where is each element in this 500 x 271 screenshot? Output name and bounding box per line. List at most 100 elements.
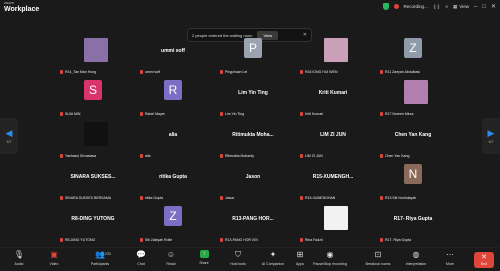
participant-photo: [324, 206, 348, 230]
participant-tile[interactable]: LIM ZI JUN LIM ZI JUN: [298, 120, 368, 160]
avatar: P: [244, 38, 262, 58]
participant-name: Siti Zakiyah Rofie: [145, 238, 173, 242]
participant-tile[interactable]: Z R11 Zaeyan Abdulbasi: [378, 36, 448, 76]
previous-page-button[interactable]: ◀ 6/7: [0, 118, 18, 154]
participant-name-label: alia: [140, 154, 150, 158]
participant-tile[interactable]: R14_Tan Man Hong: [58, 36, 128, 76]
participant-tile[interactable]: ritika Gupta ritika Gupta: [138, 162, 208, 202]
participant-display-name: Kriti Kumari: [318, 90, 348, 96]
avatar: N: [404, 164, 422, 184]
pause-icon[interactable]: ❚❚: [433, 4, 441, 10]
audio-button[interactable]: 🎙 Audio: [1, 250, 37, 266]
participant-display-name: ritika Gupta: [159, 174, 187, 180]
host-tools-button[interactable]: ⛉ Host tools: [220, 250, 256, 266]
recording-button[interactable]: ◉ Pause/Stop recording: [306, 250, 354, 266]
shield-icon[interactable]: [382, 3, 389, 10]
participant-tile[interactable]: R17 Noreen Mirza: [378, 78, 448, 118]
participant-tile[interactable]: Ritimukta Moha... Ritimukta Mohanty: [218, 120, 288, 160]
more-button[interactable]: ⋯ More: [432, 250, 468, 266]
participant-name: Kriti Kumari: [305, 112, 324, 116]
close-icon[interactable]: ✕: [491, 3, 496, 10]
participant-tile[interactable]: Kriti Kumari Kriti Kumari: [298, 78, 368, 118]
participants-button[interactable]: 👥 Participants: [82, 250, 118, 266]
chevron-left-icon: ◀: [5, 127, 13, 138]
ai-companion-label: AI Companion: [261, 262, 285, 266]
participant-name: R17- Riya Gupta: [385, 238, 412, 242]
participant-tile[interactable]: R15-XUMENGH... R15-XUMENGHAN: [298, 162, 368, 202]
muted-microphone-icon: [300, 196, 303, 200]
end-button[interactable]: ✕ End: [474, 252, 494, 268]
participant-name: ummi soff: [145, 70, 161, 74]
apps-label: Apps: [296, 262, 304, 266]
participant-name: R8-DING YUTONG: [65, 238, 96, 242]
maximize-icon[interactable]: □: [482, 4, 486, 10]
view-button[interactable]: ▦ View: [453, 4, 469, 10]
participant-name-label: SINARA SUKSES BERSAMA: [60, 196, 111, 200]
share-button[interactable]: ↑ Share: [186, 250, 222, 265]
participant-display-name: Ritimukta Moha...: [232, 132, 274, 138]
participant-name-label: R17- Riya Gupta: [380, 238, 411, 242]
participant-name-label: Jason: [220, 196, 234, 200]
globe-icon: ◍: [412, 249, 420, 259]
muted-microphone-icon: [60, 196, 63, 200]
participant-tile[interactable]: N R13 Siti Nurhidayah: [378, 162, 448, 202]
react-button[interactable]: ☺ React: [153, 250, 189, 266]
participant-display-name: R17- Riya Gupta: [393, 216, 433, 222]
participant-name: Chen Yan Kang: [385, 154, 410, 158]
participant-tile[interactable]: Z Siti Zakiyah Rofie: [138, 204, 208, 244]
participant-display-name: Chen Yan Kang: [394, 132, 432, 138]
top-right-controls: Recording... ❚❚ ■ ▦ View – □ ✕: [382, 3, 496, 10]
participant-tile[interactable]: R Rahel Mayer: [138, 78, 208, 118]
participant-tile[interactable]: R16 IONG HUI WEN: [298, 36, 368, 76]
muted-microphone-icon: [140, 70, 143, 74]
participant-tile[interactable]: S SUIA MIN: [58, 78, 128, 118]
participant-tile[interactable]: P Pingchuan Lei: [218, 36, 288, 76]
participant-name: R13-PANG HOR XIN: [225, 238, 258, 242]
page-indicator-right: 6/7: [488, 139, 494, 144]
participant-name-label: Yashasvi Srivastava: [60, 154, 96, 158]
meeting-toolbar: 🎙 Audio ▣ Video 👥 Participants 233 💬 Cha…: [0, 247, 500, 271]
participants-icon: 👥: [95, 249, 105, 259]
app-logo: zoom Workplace: [4, 1, 39, 14]
muted-microphone-icon: [300, 70, 303, 74]
muted-microphone-icon: [220, 238, 223, 242]
muted-microphone-icon: [140, 112, 143, 116]
participant-tile[interactable]: R13-PANG HOR... R13-PANG HOR XIN: [218, 204, 288, 244]
next-page-button[interactable]: ▶ 6/7: [482, 118, 500, 154]
participant-tile[interactable]: R8-DING YUTONG R8-DING YUTONG: [58, 204, 128, 244]
microphone-icon: 🎙: [13, 249, 25, 259]
video-button[interactable]: ▣ Video: [36, 250, 72, 266]
participant-tile[interactable]: Yashasvi Srivastava: [58, 120, 128, 160]
participant-name: Rina Fadzil: [305, 238, 323, 242]
muted-microphone-icon: [380, 238, 383, 242]
participant-tile[interactable]: alia alia: [138, 120, 208, 160]
participant-tile[interactable]: Chen Yan Kang Chen Yan Kang: [378, 120, 448, 160]
participant-tile[interactable]: R17- Riya Gupta R17- Riya Gupta: [378, 204, 448, 244]
participant-tile[interactable]: Jason Jason: [218, 162, 288, 202]
muted-microphone-icon: [380, 196, 383, 200]
participant-display-name: Jason: [245, 174, 261, 180]
participant-tile[interactable]: SINARA SUKSES... SINARA SUKSES BERSAMA: [58, 162, 128, 202]
participant-tile[interactable]: Lim Yin Ting Lim Yin Ting: [218, 78, 288, 118]
participant-name-label: ummi soff: [140, 70, 160, 74]
view-button-label: View: [459, 4, 469, 9]
host-tools-label: Host tools: [230, 262, 246, 266]
stop-icon[interactable]: ■: [445, 4, 448, 9]
muted-microphone-icon: [60, 70, 63, 74]
participant-tile[interactable]: ummi soff ummi soff: [138, 36, 208, 76]
interpretation-button[interactable]: ◍ Interpretation: [396, 250, 436, 266]
participant-name-label: Kriti Kumari: [300, 112, 323, 116]
participant-tile[interactable]: Rina Fadzil: [298, 204, 368, 244]
recording-status[interactable]: Recording...: [404, 4, 428, 9]
minimize-icon[interactable]: –: [474, 4, 477, 10]
sparkle-icon: ✦: [269, 249, 277, 259]
participant-name-label: Chen Yan Kang: [380, 154, 409, 158]
audio-label: Audio: [14, 262, 24, 266]
participant-name: R17 Noreen Mirza: [385, 112, 414, 116]
participant-name-label: Ritimukta Mohanty: [220, 154, 254, 158]
participant-display-name: R8-DING YUTONG: [71, 216, 115, 222]
breakout-rooms-button[interactable]: ⊡ Breakout rooms: [358, 250, 398, 266]
participant-name: R14_Tan Man Hong: [65, 70, 97, 74]
muted-microphone-icon: [140, 154, 143, 158]
participant-name-label: R17 Noreen Mirza: [380, 112, 413, 116]
